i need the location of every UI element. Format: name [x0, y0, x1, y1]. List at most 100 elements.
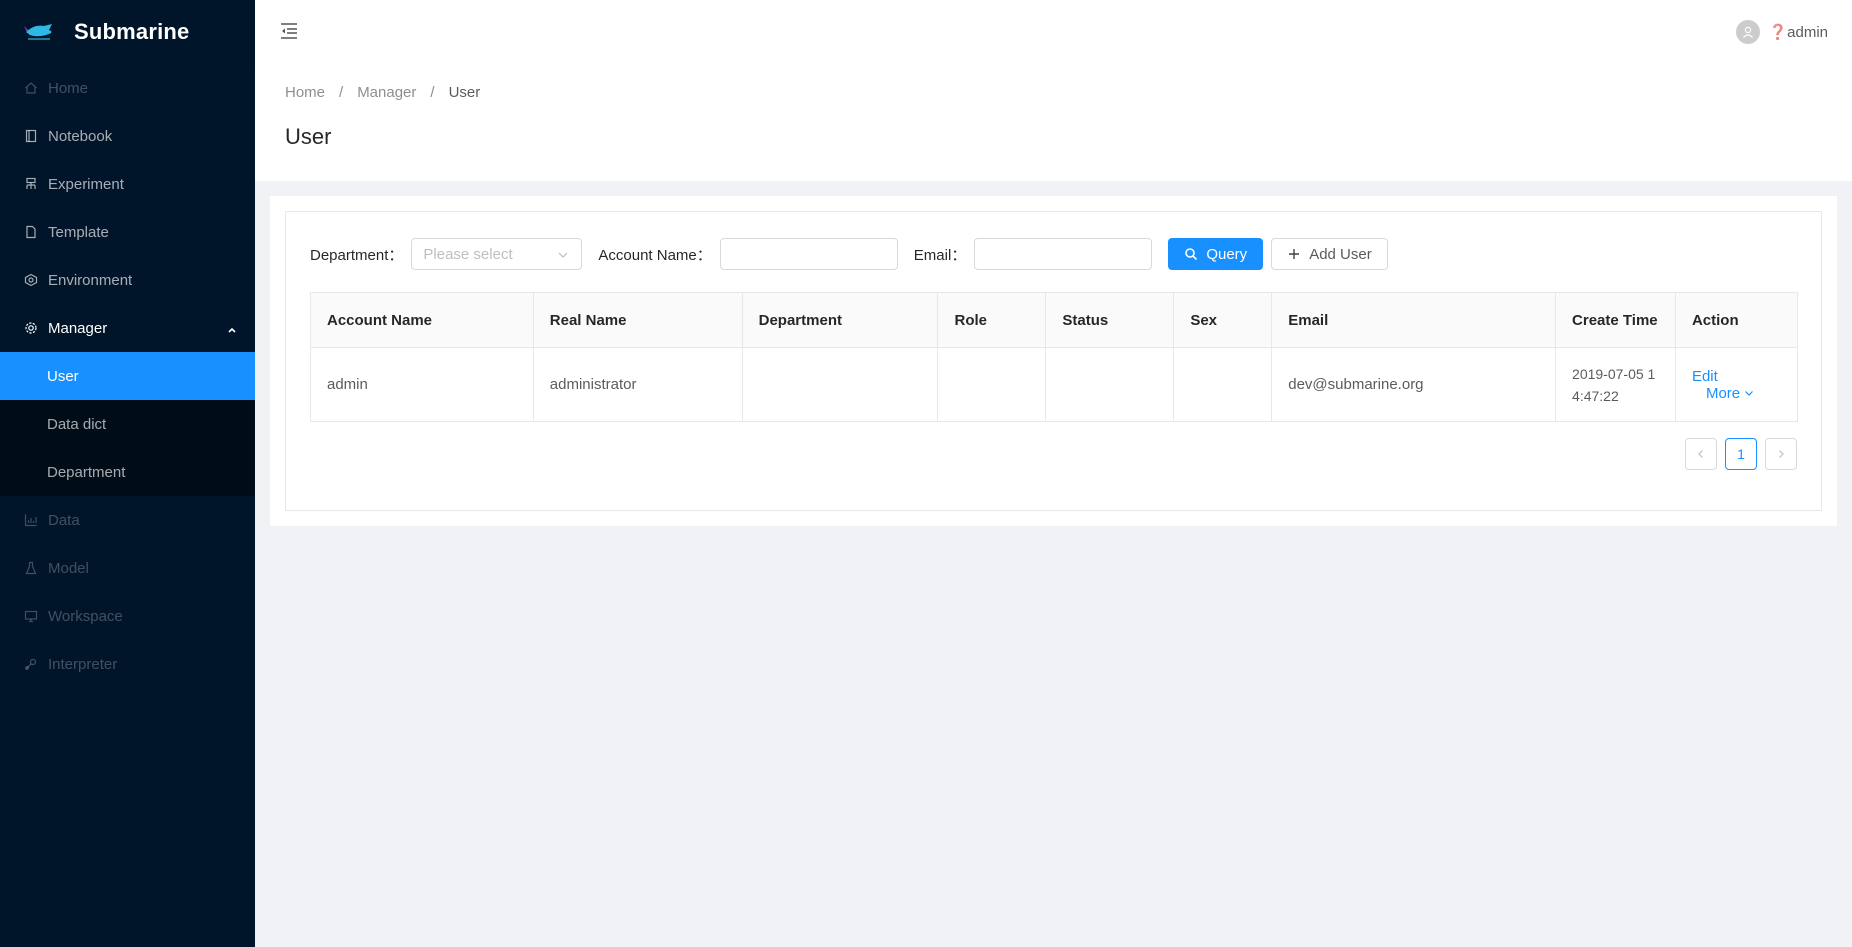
avatar: [1736, 20, 1761, 44]
sidebar-item-data-dict[interactable]: Data dict: [0, 400, 255, 448]
cell-real-name: administrator: [532, 347, 743, 422]
book-icon: [24, 129, 38, 143]
sidebar-item-user[interactable]: User: [0, 352, 255, 400]
page-number-button[interactable]: 1: [1725, 438, 1757, 470]
department-label: Department：: [310, 246, 404, 264]
account-name-input[interactable]: [719, 238, 898, 270]
manager-submenu: User Data dict Department: [0, 352, 255, 496]
sidebar-item-label: Environment: [48, 271, 133, 289]
sidebar-item-label: Home: [48, 79, 89, 97]
submarine-logo-icon: [24, 20, 56, 44]
breadcrumb-separator: /: [339, 84, 344, 101]
breadcrumb-current: User: [448, 84, 481, 101]
sidebar-item-label: Template: [48, 223, 109, 241]
cell-sex: [1173, 347, 1273, 422]
column-header: Status: [1045, 292, 1175, 348]
sidebar-item-label: Experiment: [48, 175, 124, 193]
top-header: ❓admin: [255, 0, 1852, 62]
sidebar-item-notebook[interactable]: Notebook: [0, 112, 255, 160]
breadcrumb: Home / Manager / User: [285, 84, 480, 101]
cell-department: [741, 347, 939, 422]
query-button[interactable]: Query: [1168, 238, 1264, 270]
deployment-icon: [24, 273, 38, 287]
user-icon: [1743, 26, 1754, 38]
sidebar-item-home[interactable]: Home: [0, 64, 255, 112]
email-label: Email：: [913, 246, 967, 264]
sidebar-item-department[interactable]: Department: [0, 448, 255, 496]
more-label: More: [1705, 384, 1741, 402]
sidebar-item-interpreter[interactable]: Interpreter: [0, 640, 255, 688]
edit-link[interactable]: Edit: [1692, 368, 1718, 385]
search-icon: [1184, 247, 1198, 261]
user-table: Account Name Real Name Department Role S…: [310, 292, 1799, 422]
content-card: Department： Please select Account Name： …: [270, 196, 1837, 526]
sidebar-item-manager[interactable]: Manager: [0, 304, 255, 352]
add-user-label: Add User: [1309, 245, 1372, 263]
column-header: Real Name: [532, 292, 743, 348]
api-icon: [24, 657, 38, 671]
column-header: Department: [741, 292, 939, 348]
sidebar-item-label: Interpreter: [48, 655, 118, 673]
department-select[interactable]: Please select: [411, 238, 583, 270]
sidebar-item-experiment[interactable]: Experiment: [0, 160, 255, 208]
table-row: admin administrator dev@submarine.org 20…: [310, 347, 1799, 422]
pagination: 1: [1677, 438, 1797, 470]
app-title: Submarine: [74, 19, 190, 44]
cell-email: dev@submarine.org: [1271, 347, 1557, 422]
table-header-row: Account Name Real Name Department Role S…: [310, 292, 1799, 348]
chevron-right-icon: [1779, 450, 1784, 458]
cell-role: [937, 347, 1047, 422]
sidebar-item-label: Workspace: [48, 607, 123, 625]
file-icon: [24, 225, 38, 239]
column-header: Account Name: [310, 292, 534, 348]
more-dropdown[interactable]: More: [1706, 385, 1754, 402]
column-header: Sex: [1173, 292, 1273, 348]
logo[interactable]: Submarine: [0, 0, 255, 64]
sidebar: Submarine Home Notebook Experiment Templ…: [0, 0, 255, 947]
bar-chart-icon: [24, 513, 38, 527]
column-header: Action: [1674, 292, 1799, 348]
column-header: Email: [1271, 292, 1557, 348]
menu-fold-icon[interactable]: [279, 21, 299, 44]
plus-icon: [1287, 247, 1301, 261]
cell-account-name: admin: [310, 347, 534, 422]
page-header: Home / Manager / User User: [255, 62, 1852, 181]
user-name: ❓admin: [1768, 24, 1828, 41]
cell-status: [1045, 347, 1175, 422]
chevron-down-icon: [1744, 388, 1754, 398]
home-icon: [24, 81, 38, 95]
breadcrumb-home[interactable]: Home: [285, 84, 325, 101]
sidebar-item-label: Model: [48, 559, 89, 577]
experiment-icon: [24, 177, 38, 191]
chevron-down-icon: [557, 248, 569, 265]
create-time-line: 4:47:22: [1572, 387, 1619, 404]
department-placeholder: Please select: [423, 245, 513, 263]
sidebar-item-label: Manager: [48, 319, 108, 337]
cell-create-time: 2019-07-05 1 4:47:22: [1555, 347, 1676, 422]
sidebar-item-environment[interactable]: Environment: [0, 256, 255, 304]
setting-icon: [24, 321, 38, 335]
add-user-button[interactable]: Add User: [1271, 238, 1388, 270]
column-header: Create Time: [1555, 292, 1676, 348]
sidebar-item-label: Notebook: [48, 127, 113, 145]
sidebar-item-model[interactable]: Model: [0, 544, 255, 592]
breadcrumb-manager[interactable]: Manager: [357, 84, 416, 101]
sidebar-menu: Home Notebook Experiment Template Enviro…: [0, 64, 255, 688]
sidebar-item-data[interactable]: Data: [0, 496, 255, 544]
create-time-line: 2019-07-05 1: [1572, 365, 1656, 382]
chevron-left-icon: [1698, 450, 1703, 458]
search-form: Department： Please select Account Name： …: [310, 238, 1388, 270]
user-menu[interactable]: ❓admin: [1736, 20, 1828, 44]
email-input[interactable]: [974, 238, 1153, 270]
sidebar-item-label: Data: [48, 511, 80, 529]
next-page-button[interactable]: [1765, 438, 1797, 470]
flask-icon: [24, 561, 38, 575]
user-panel: Department： Please select Account Name： …: [285, 211, 1822, 511]
breadcrumb-separator: /: [430, 84, 435, 101]
sidebar-item-template[interactable]: Template: [0, 208, 255, 256]
prev-page-button[interactable]: [1685, 438, 1717, 470]
sidebar-item-workspace[interactable]: Workspace: [0, 592, 255, 640]
cell-action: Edit More: [1674, 347, 1799, 422]
query-label: Query: [1206, 245, 1248, 263]
column-header: Role: [937, 292, 1047, 348]
